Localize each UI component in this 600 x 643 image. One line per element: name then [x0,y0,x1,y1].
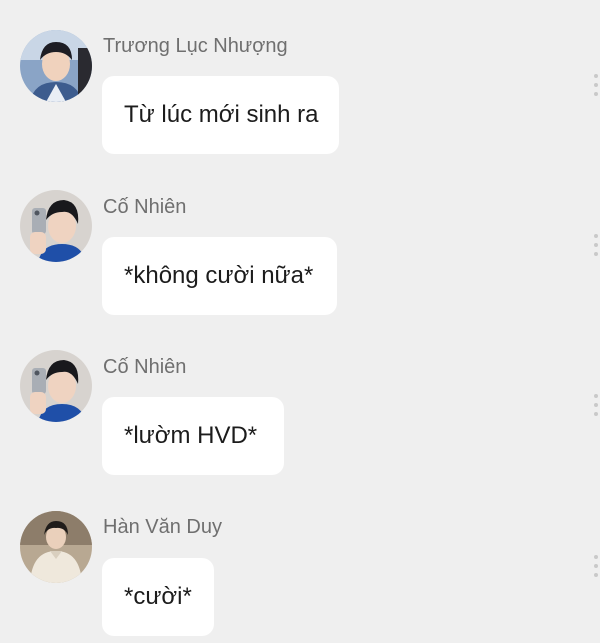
more-vertical-icon[interactable] [594,234,600,256]
sender-name: Hàn Văn Duy [103,516,222,538]
avatar-boy-phone-selfie-icon [20,350,92,422]
avatar-boy-phone-selfie-icon [20,190,92,262]
chat-thread: Trương Lục Nhượng Từ lúc mới sinh ra Cố … [0,0,600,643]
message-bubble[interactable]: *cười* [102,558,214,636]
sender-avatar[interactable] [20,30,92,102]
more-vertical-icon[interactable] [594,555,600,577]
sender-avatar[interactable] [20,511,92,583]
message-bubble[interactable]: Từ lúc mới sinh ra [102,76,339,154]
sender-name: Cố Nhiên [103,196,187,218]
more-vertical-icon[interactable] [594,394,600,416]
avatar-boy-dark-hair-icon [20,30,92,102]
avatar-boy-sweater-icon [20,511,92,583]
sender-avatar[interactable] [20,190,92,262]
message-bubble[interactable]: *không cười nữa* [102,237,337,315]
message-bubble[interactable]: *lườm HVD* [102,397,284,475]
more-vertical-icon[interactable] [594,74,600,96]
sender-name: Cố Nhiên [103,356,187,378]
sender-avatar[interactable] [20,350,92,422]
sender-name: Trương Lục Nhượng [103,35,288,57]
